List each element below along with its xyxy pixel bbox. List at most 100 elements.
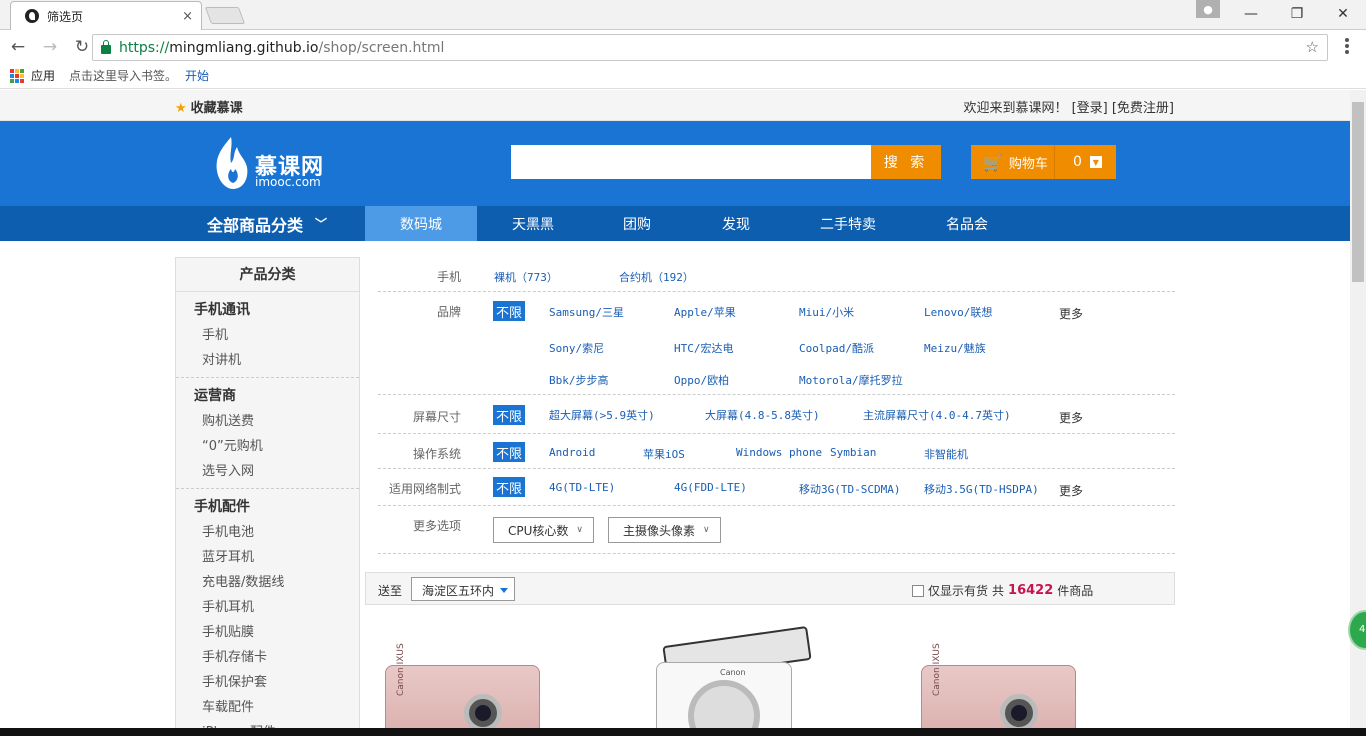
filter-option[interactable]: Android	[549, 446, 595, 459]
instock-filter[interactable]: 仅显示有货 共 16422 件商品	[912, 582, 1093, 599]
nav-item-secondhand[interactable]: 二手特卖	[787, 206, 909, 241]
sidebar-item[interactable]: 手机保护套	[176, 670, 359, 695]
site-logo[interactable]: 慕课网 imooc.com	[213, 135, 333, 193]
apps-grid-icon[interactable]	[10, 68, 24, 83]
camera-pixels-dropdown[interactable]: 主摄像头像素 ∨	[608, 517, 721, 543]
filter-option[interactable]: 移动3G(TD-SCDMA)	[799, 481, 900, 497]
instock-checkbox[interactable]	[912, 584, 924, 597]
close-window-button[interactable]: ✕	[1320, 0, 1366, 28]
filter-option[interactable]: Meizu/魅族	[924, 340, 986, 356]
taskbar-strip	[0, 728, 1366, 736]
welcome-text[interactable]: 欢迎来到慕课网！ [登录] [免费注册]	[963, 97, 1174, 116]
sidebar-item[interactable]: 手机耳机	[176, 595, 359, 620]
filter-row-more-options: 更多选项 CPU核心数 ∨ 主摄像头像素 ∨	[378, 506, 1175, 554]
camera-lens	[464, 694, 502, 732]
filter-option[interactable]: 超大屏幕(>5.9英寸)	[549, 407, 655, 423]
filter-option[interactable]: HTC/宏达电	[674, 340, 734, 356]
minimize-button[interactable]: —	[1228, 0, 1274, 28]
sidebar-item[interactable]: 选号入网	[176, 459, 359, 484]
nav-item-groupbuy[interactable]: 团购	[589, 206, 685, 241]
more-button[interactable]: 更多	[1059, 409, 1083, 426]
filter-option[interactable]: Lenovo/联想	[924, 304, 992, 320]
filter-option[interactable]: Motorola/摩托罗拉	[799, 372, 903, 388]
filter-option[interactable]: Symbian	[830, 446, 876, 459]
search-input[interactable]	[511, 145, 871, 179]
browser-tab[interactable]: 筛选页 ×	[10, 1, 202, 30]
sidebar-item[interactable]: 充电器/数据线	[176, 570, 359, 595]
filter-option[interactable]: Coolpad/酷派	[799, 340, 874, 356]
filter-option[interactable]: 裸机（773）	[494, 269, 558, 285]
forward-arrow-icon[interactable]: →	[36, 37, 64, 57]
sidebar-item[interactable]: 蓝牙耳机	[176, 545, 359, 570]
close-tab-icon[interactable]: ×	[182, 9, 193, 24]
unlimited-tag[interactable]: 不限	[493, 477, 525, 497]
page-viewport: ★ 收藏慕课 欢迎来到慕课网！ [登录] [免费注册] 慕课网 imooc.com…	[0, 90, 1350, 736]
favorite-link[interactable]: ★ 收藏慕课	[175, 97, 243, 116]
filter-option[interactable]: Windows phone	[736, 446, 822, 459]
unlimited-tag[interactable]: 不限	[493, 301, 525, 321]
product-brand: Canon IXUS	[396, 643, 406, 696]
cart-dropdown-icon[interactable]: ▼	[1089, 156, 1102, 168]
filter-row-phone: 手机 裸机（773） 合约机（192）	[378, 257, 1175, 292]
search-button[interactable]: 搜 索	[871, 145, 941, 179]
sidebar-item[interactable]: 手机电池	[176, 520, 359, 545]
more-button[interactable]: 更多	[1059, 482, 1083, 499]
filter-option[interactable]: Sony/索尼	[549, 340, 604, 356]
sidebar-group-title[interactable]: 手机配件	[176, 489, 359, 520]
total-suffix: 件商品	[1057, 584, 1094, 598]
browser-menu-icon[interactable]	[1345, 38, 1349, 54]
all-categories-label: 全部商品分类	[207, 215, 304, 235]
filter-row-network: 适用网络制式 不限 4G(TD-LTE) 4G(FDD-LTE) 移动3G(TD…	[378, 469, 1175, 506]
cpu-cores-dropdown[interactable]: CPU核心数 ∨	[493, 517, 594, 543]
sidebar-item[interactable]: 手机贴膜	[176, 620, 359, 645]
product-card[interactable]: Canon	[656, 626, 812, 736]
cart-button[interactable]: 🛒 购物车 0 ▼	[971, 145, 1116, 179]
restore-button[interactable]: ❐	[1274, 0, 1320, 28]
url-input[interactable]: https:// mingmliang.github.io /shop/scre…	[92, 34, 1328, 61]
filter-option[interactable]: 非智能机	[924, 446, 968, 462]
site-topbar: ★ 收藏慕课 欢迎来到慕课网！ [登录] [免费注册]	[0, 90, 1350, 121]
filter-option[interactable]: 大屏幕(4.8-5.8英寸)	[705, 407, 820, 423]
product-image: Canon	[656, 626, 812, 736]
nav-item-brands[interactable]: 名品会	[909, 206, 1025, 241]
location-value: 海淀区五环内	[422, 584, 495, 598]
bookmark-star-icon[interactable]: ☆	[1306, 38, 1319, 56]
bookmark-start-link[interactable]: 开始	[185, 67, 209, 84]
filter-option[interactable]: 移动3.5G(TD-HSDPA)	[924, 481, 1039, 497]
filter-option[interactable]: Bbk/步步高	[549, 372, 609, 388]
all-categories-menu[interactable]: 全部商品分类 ﹀	[176, 206, 365, 241]
filter-option[interactable]: 合约机（192）	[619, 269, 694, 285]
filter-option[interactable]: 4G(FDD-LTE)	[674, 481, 747, 494]
scrollbar-thumb[interactable]	[1352, 102, 1364, 282]
sidebar-item[interactable]: “0”元购机	[176, 434, 359, 459]
nav-item-tianheihei[interactable]: 天黑黑	[477, 206, 589, 241]
location-select[interactable]: 海淀区五环内	[411, 577, 515, 601]
filter-option[interactable]: Miui/小米	[799, 304, 854, 320]
product-card[interactable]: Canon IXUS	[385, 643, 540, 736]
new-tab-button[interactable]	[204, 7, 246, 24]
filter-option[interactable]: 主流屏幕尺寸(4.0-4.7英寸)	[863, 407, 1011, 423]
sidebar-item[interactable]: 购机送费	[176, 409, 359, 434]
unlimited-tag[interactable]: 不限	[493, 442, 525, 462]
unlimited-tag[interactable]: 不限	[493, 405, 525, 425]
sidebar-group-title[interactable]: 运营商	[176, 378, 359, 409]
filter-option[interactable]: Apple/苹果	[674, 304, 736, 320]
sidebar-item[interactable]: 手机存储卡	[176, 645, 359, 670]
product-card[interactable]: Canon IXUS	[921, 643, 1076, 736]
sidebar-group-title[interactable]: 手机通讯	[176, 292, 359, 323]
bookmark-apps-link[interactable]: 应用	[31, 67, 55, 84]
filter-option[interactable]: Oppo/欧柏	[674, 372, 729, 388]
nav-item-digital[interactable]: 数码城	[365, 206, 477, 241]
more-button[interactable]: 更多	[1059, 305, 1083, 322]
sidebar-item[interactable]: 手机	[176, 323, 359, 348]
nav-item-discover[interactable]: 发现	[685, 206, 787, 241]
user-profile-icon[interactable]: ●	[1196, 0, 1220, 18]
product-image: Canon IXUS	[385, 643, 540, 736]
filter-option[interactable]: 4G(TD-LTE)	[549, 481, 615, 494]
sidebar-item[interactable]: 车载配件	[176, 695, 359, 720]
sidebar-group: 运营商 购机送费 “0”元购机 选号入网	[176, 378, 359, 489]
filter-option[interactable]: Samsung/三星	[549, 304, 624, 320]
filter-option[interactable]: 苹果iOS	[643, 446, 685, 462]
back-arrow-icon[interactable]: ←	[4, 37, 32, 57]
sidebar-item[interactable]: 对讲机	[176, 348, 359, 373]
